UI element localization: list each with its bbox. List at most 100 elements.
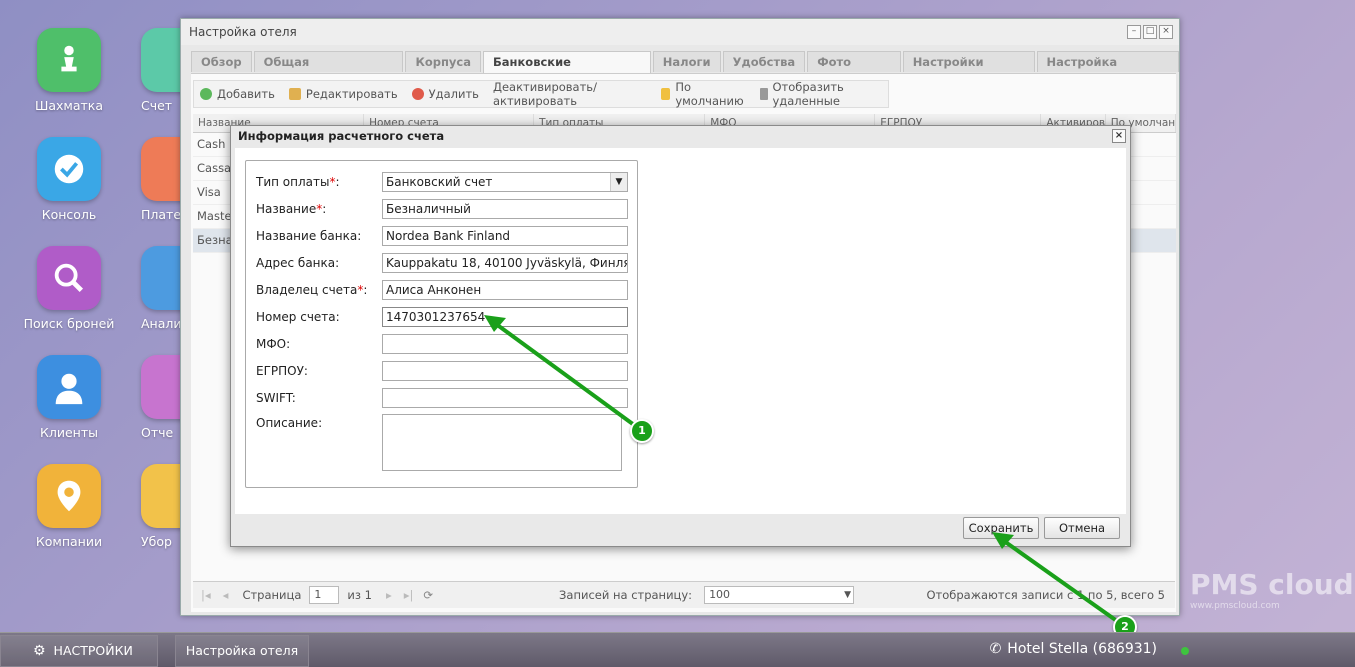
maximize-icon[interactable]: □ [1143, 25, 1157, 39]
window-title: Настройка отеля [189, 25, 297, 39]
map-pin-icon [37, 464, 101, 528]
tab-buildings[interactable]: Корпуса [405, 51, 482, 72]
delete-button[interactable]: Удалить [411, 87, 479, 101]
edit-label: Редактировать [305, 87, 398, 101]
per-page-select[interactable]: 100 ▼ [704, 586, 855, 604]
desktop-icon-console[interactable]: Консоль [9, 137, 129, 222]
plus-icon [200, 88, 212, 100]
dialog-body: Тип оплаты*: Банковский счет ▼ Название*:… [235, 148, 1126, 514]
magnifier-icon [37, 246, 101, 310]
desktop-icon-clients[interactable]: Клиенты [9, 355, 129, 440]
chevron-down-icon: ▼ [844, 590, 852, 600]
hotel-indicator[interactable]: ✆ Hotel Stella (686931) [990, 641, 1157, 657]
next-page-icon[interactable]: ▸ [386, 588, 392, 602]
tab-general-info[interactable]: Общая информация [253, 51, 404, 89]
desktop-icon-label: Убор [141, 534, 172, 549]
chess-pawn-icon [37, 28, 101, 92]
show-deleted-label: Отобразить удаленные [772, 80, 844, 108]
minimize-icon[interactable]: – [1127, 25, 1141, 39]
desktop-icon-label: Компании [35, 534, 103, 549]
desktop-icon-label: Поиск броней [23, 316, 115, 331]
pms-cloud-logo: PMS cloud www.pmscloud.com [1190, 568, 1354, 611]
account-number-field[interactable]: 1470301237654 [382, 307, 628, 327]
status-indicator [1181, 647, 1189, 655]
add-button[interactable]: Добавить [200, 87, 275, 101]
mfo-field[interactable] [382, 334, 628, 354]
checkmark-icon [37, 137, 101, 201]
tab-bank-details[interactable]: Банковские реквизиты [483, 51, 651, 89]
per-page-value: 100 [709, 588, 731, 601]
name-field[interactable]: Безналичный [382, 199, 628, 219]
bank-address-field[interactable]: Kauppakatu 18, 40100 Jyväskylä, Финлянди [382, 253, 628, 273]
bank-name-field[interactable]: Nordea Bank Finland [382, 226, 628, 246]
taskbar: ⚙ НАСТРОЙКИ Настройка отеля ✆ Hotel Stel… [0, 632, 1355, 667]
desktop-icon-chessboard[interactable]: Шахматка [9, 28, 129, 113]
grid-pager: |◂ ◂ Страница 1 из 1 ▸ ▸| ⟳ Записей на с… [193, 581, 1175, 608]
add-label: Добавить [217, 87, 275, 101]
tab-taxes[interactable]: Налоги [652, 51, 721, 72]
mfo-label: МФО: [256, 337, 291, 351]
page-input[interactable]: 1 [309, 586, 340, 604]
toggle-active-button[interactable]: Деактивировать/активировать [493, 80, 647, 108]
show-deleted-button[interactable]: Отобразить удаленные [760, 80, 888, 108]
account-owner-field[interactable]: Алиса Анконен [382, 280, 628, 300]
payment-type-label: Тип оплаты*: [256, 175, 340, 189]
window-title-bar[interactable]: Настройка отеля – □ × [181, 19, 1179, 45]
desktop-icon-companies[interactable]: Компании [9, 464, 129, 549]
records-summary: Отображаются записи с 1 по 5, всего 5 [926, 588, 1165, 602]
desktop-icon-label: Счет [141, 98, 173, 113]
hotel-name: Hotel Stella (686931) [1007, 641, 1157, 657]
desktop-icon-label: Отче [141, 425, 174, 440]
tab-overview[interactable]: Обзор [191, 51, 252, 72]
desktop-icon-label: Шахматка [34, 98, 103, 113]
tab-report-settings[interactable]: Настройка отчетов [1036, 51, 1179, 89]
cancel-button[interactable]: Отмена [1044, 517, 1120, 539]
tab-mail-settings[interactable]: Настройки почты [902, 51, 1035, 89]
desktop-icon-label: Плате [141, 207, 182, 222]
swift-label: SWIFT: [256, 391, 296, 405]
bank-account-dialog: Информация расчетного счета × Тип оплаты… [230, 125, 1131, 547]
bank-address-label: Адрес банка: [256, 256, 340, 270]
payment-type-value: Банковский счет [386, 175, 493, 189]
last-page-icon[interactable]: ▸| [404, 588, 414, 602]
tab-amenities[interactable]: Удобства [722, 51, 806, 72]
taskbar-item-hotel-settings[interactable]: Настройка отеля [175, 635, 309, 667]
chevron-down-icon[interactable]: ▼ [610, 173, 627, 191]
account-form: Тип оплаты*: Банковский счет ▼ Название*:… [245, 160, 638, 488]
bank-name-label: Название банка: [256, 229, 362, 243]
delete-label: Удалить [428, 87, 479, 101]
default-button[interactable]: По умолчанию [660, 80, 747, 108]
account-owner-label: Владелец счета*: [256, 283, 368, 297]
close-icon[interactable]: × [1159, 25, 1173, 39]
brand-name: PMS cloud [1190, 568, 1354, 601]
settings-tabs: Обзор Общая информация Корпуса Банковски… [191, 51, 1179, 89]
dialog-title-bar[interactable]: Информация расчетного счета × [231, 126, 1130, 146]
description-field[interactable] [382, 414, 622, 471]
trophy-icon [660, 88, 671, 100]
prev-page-icon[interactable]: ◂ [223, 588, 229, 602]
desktop-icon-booking-search[interactable]: Поиск броней [9, 246, 129, 331]
close-icon[interactable]: × [1112, 129, 1126, 143]
minus-icon [411, 88, 424, 100]
annotation-marker-1: 1 [630, 419, 654, 443]
pencil-icon [288, 88, 301, 100]
edit-button[interactable]: Редактировать [288, 87, 398, 101]
account-number-label: Номер счета: [256, 310, 340, 324]
egrpou-field[interactable] [382, 361, 628, 381]
default-label: По умолчанию [675, 80, 744, 108]
per-page-label: Записей на страницу: [559, 588, 693, 602]
phone-icon: ✆ [989, 641, 1002, 657]
save-button[interactable]: Сохранить [963, 517, 1039, 539]
first-page-icon[interactable]: |◂ [201, 588, 211, 602]
egrpou-label: ЕГРПОУ: [256, 364, 308, 378]
gear-icon: ⚙ [33, 643, 46, 659]
payment-type-select[interactable]: Банковский счет ▼ [382, 172, 628, 192]
description-label: Описание: [256, 416, 323, 430]
grid-toolbar: Добавить Редактировать Удалить Деактивир… [193, 80, 889, 108]
trash-icon [760, 88, 768, 100]
settings-button[interactable]: ⚙ НАСТРОЙКИ [0, 635, 158, 667]
swift-field[interactable] [382, 388, 628, 408]
page-count: из 1 [347, 588, 372, 602]
tab-hotel-photos[interactable]: Фото отеля [807, 51, 901, 89]
refresh-icon[interactable]: ⟳ [423, 588, 433, 602]
